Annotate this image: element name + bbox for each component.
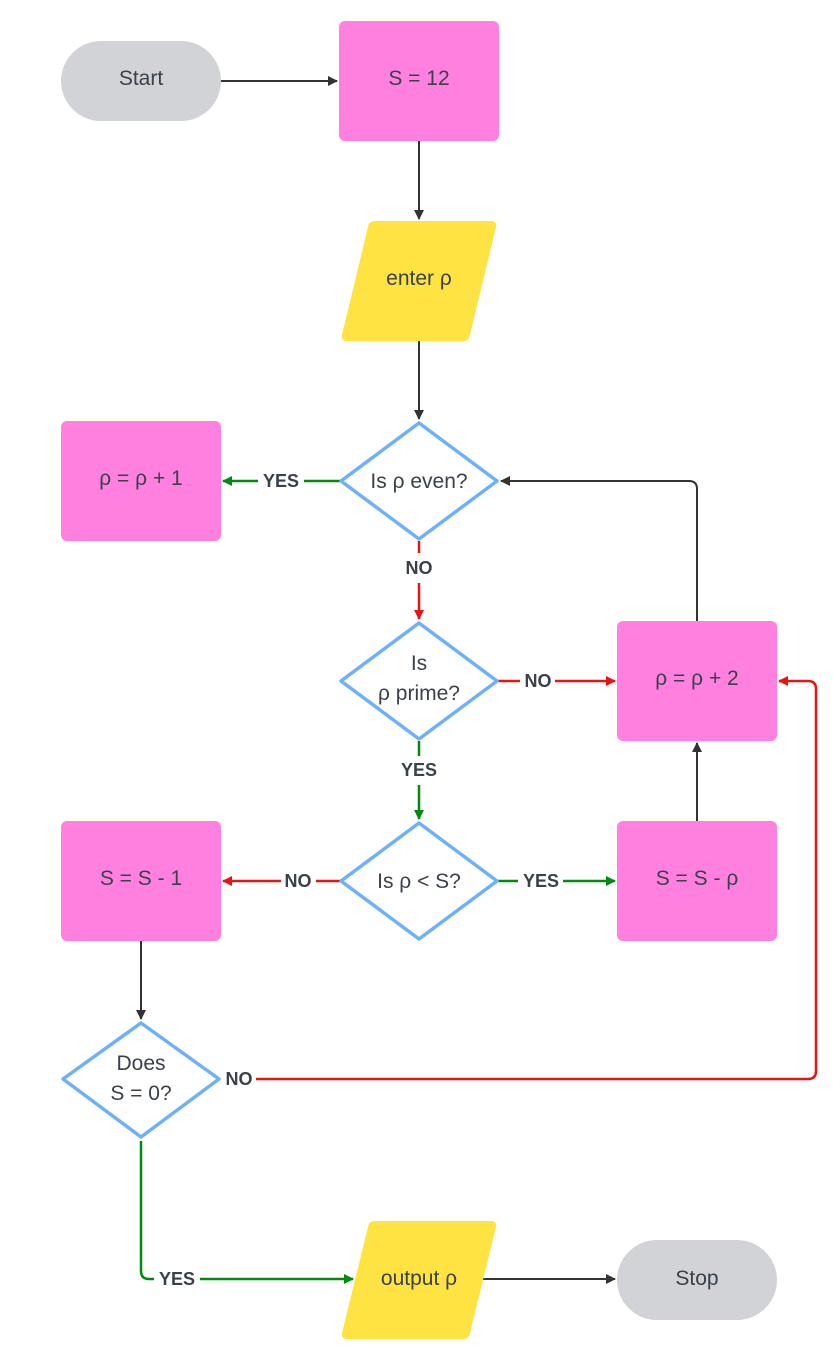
node-init-s[interactable]: S = 12 [339,21,499,141]
node-s-minus-p[interactable]: S = S - ρ [617,821,777,941]
edge-label-yes: YES [263,471,299,491]
node-p-plus-1[interactable]: ρ = ρ + 1 [61,421,221,541]
node-is-prime[interactable]: Is ρ prime? [339,621,499,741]
node-p-plus-2-label: ρ = ρ + 2 [655,667,738,690]
node-start-label: Start [119,67,164,90]
node-s-minus-1[interactable]: S = S - 1 [61,821,221,941]
edge-is-less-yes[interactable]: YES [497,871,616,891]
edge-is-even-no[interactable]: NO [406,541,433,620]
edge-label-no: NO [525,671,552,691]
node-stop-label: Stop [675,1267,718,1290]
edge-label-yes: YES [523,871,559,891]
node-is-prime-label-line2: ρ prime? [378,682,460,705]
node-is-prime-label-line1: Is [411,652,427,675]
edge-label-no: NO [226,1069,253,1089]
flowchart-canvas: YES NO NO YES NO YES NO YES Start S = 12… [61,21,818,1339]
node-s-zero[interactable]: Does S = 0? [61,1021,221,1139]
edge-p-plus-2-to-is-even[interactable] [500,476,698,621]
edge-label-no: NO [406,558,433,578]
node-stop[interactable]: Stop [617,1240,777,1320]
edge-is-prime-yes[interactable]: YES [401,741,437,820]
node-s-zero-label-line2: S = 0? [110,1082,171,1105]
node-output-p-label: output ρ [381,1267,457,1290]
node-is-less-label: Is ρ < S? [377,870,461,893]
node-output-p[interactable]: output ρ [341,1221,497,1339]
node-start[interactable]: Start [61,41,221,121]
edge-label-yes: YES [159,1269,195,1289]
edge-is-prime-no[interactable]: NO [497,671,616,691]
node-is-even[interactable]: Is ρ even? [339,421,499,541]
edge-s-zero-yes[interactable]: YES [139,1141,354,1289]
edge-label-yes: YES [401,760,437,780]
node-s-minus-p-label: S = S - ρ [656,867,739,890]
node-is-even-label: Is ρ even? [370,470,467,493]
edge-label-no: NO [285,871,312,891]
node-is-less[interactable]: Is ρ < S? [339,821,499,941]
edge-is-even-yes[interactable]: YES [222,471,341,491]
node-init-s-label: S = 12 [388,67,449,90]
node-s-minus-1-label: S = S - 1 [100,867,182,890]
node-p-plus-1-label: ρ = ρ + 1 [99,467,182,490]
node-p-plus-2[interactable]: ρ = ρ + 2 [617,621,777,741]
node-enter-p-label: enter ρ [386,267,452,290]
node-enter-p[interactable]: enter ρ [341,221,497,341]
edge-is-less-no[interactable]: NO [222,871,341,891]
node-s-zero-label-line1: Does [116,1052,165,1075]
